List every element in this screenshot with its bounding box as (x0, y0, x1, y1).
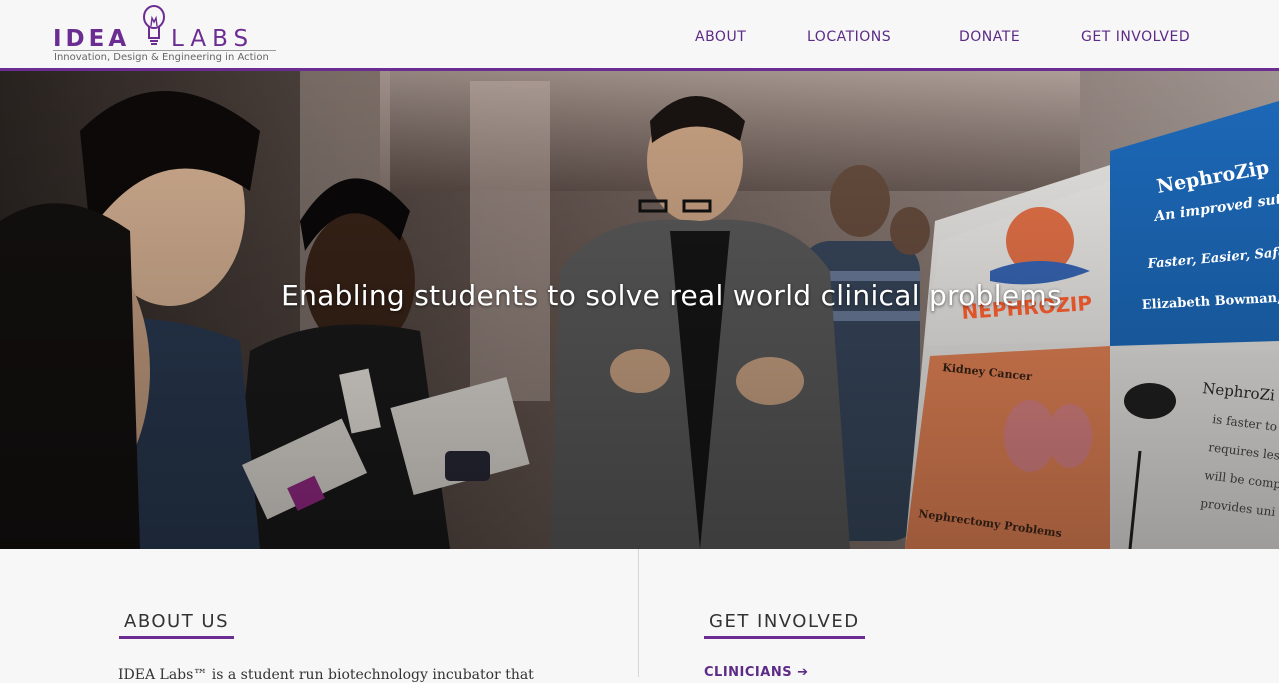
hero-banner: NephroZip An improved sutu Faster, Easie… (0, 71, 1279, 549)
nav-locations[interactable]: LOCATIONS (807, 29, 891, 45)
logo-word-idea: IDEA (53, 26, 131, 52)
about-us-text: IDEA Labs™ is a student run biotechnolog… (118, 667, 534, 683)
content-area: ABOUT US IDEA Labs™ is a student run bio… (0, 549, 1279, 683)
nav-donate[interactable]: DONATE (959, 29, 1020, 45)
clinicians-link[interactable]: CLINICIANS ➔ (704, 665, 808, 680)
lightbulb-icon (143, 5, 165, 45)
nav-get-involved[interactable]: GET INVOLVED (1081, 29, 1190, 45)
nav-about[interactable]: ABOUT (695, 29, 746, 45)
about-us-heading: ABOUT US (119, 611, 235, 639)
idea-labs-logo[interactable]: IDEA LABS Innovation, Design & Engineeri… (53, 4, 278, 66)
column-divider (638, 549, 639, 677)
logo-rule (53, 50, 276, 51)
get-involved-heading: GET INVOLVED (704, 611, 865, 639)
hero-title: Enabling students to solve real world cl… (281, 279, 1062, 312)
site-header: IDEA LABS Innovation, Design & Engineeri… (0, 0, 1279, 71)
logo-word-labs: LABS (171, 26, 255, 52)
logo-tagline: Innovation, Design & Engineering in Acti… (54, 52, 269, 63)
